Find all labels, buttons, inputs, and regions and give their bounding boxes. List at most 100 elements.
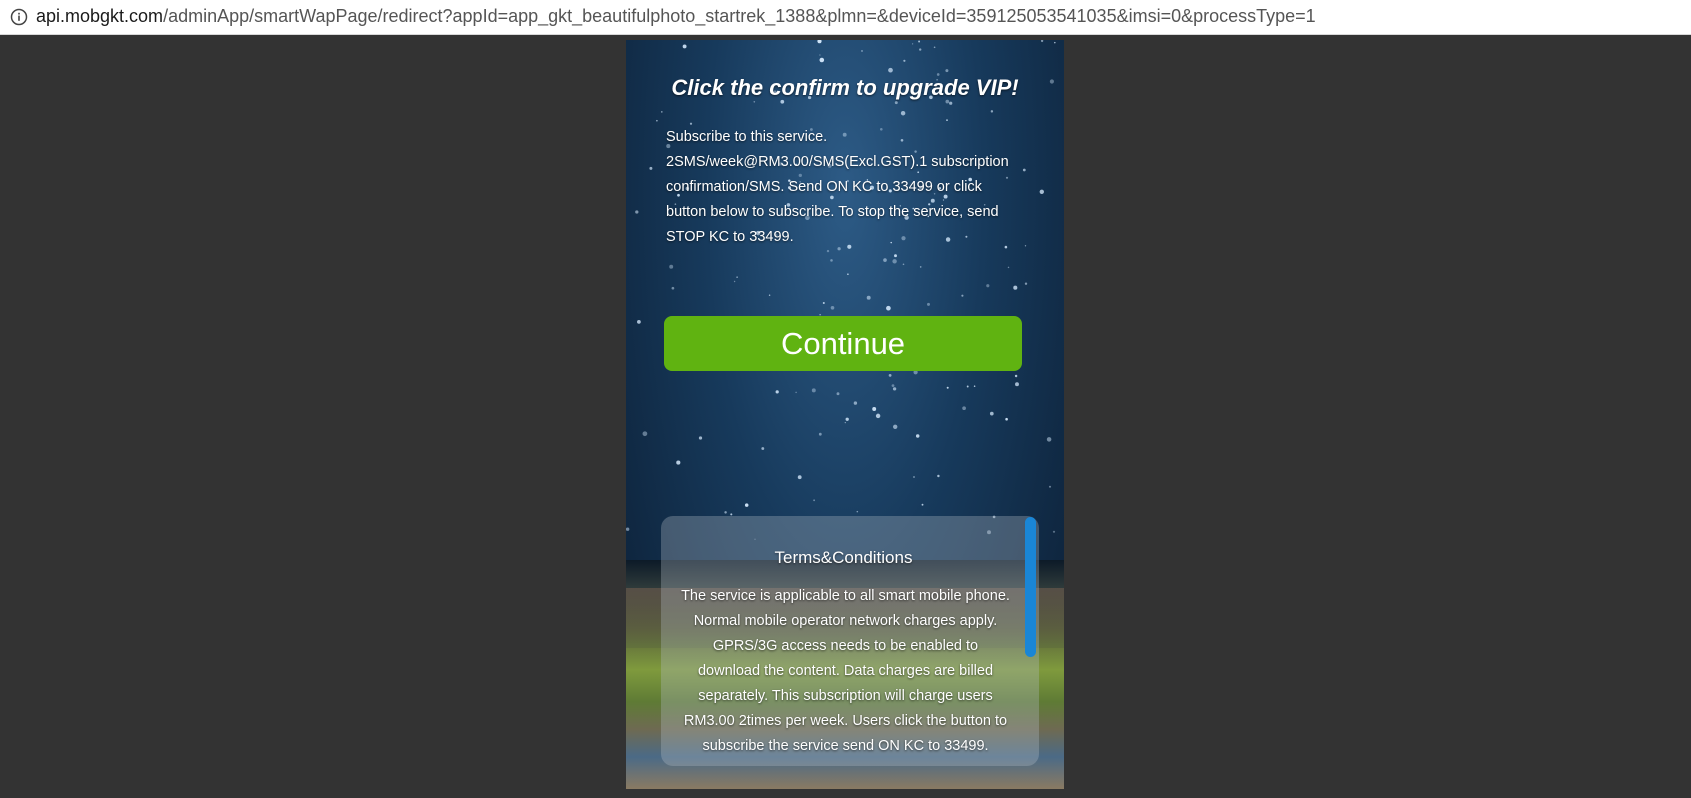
description-line: Subscribe to this service.	[666, 129, 828, 145]
star-dot	[753, 100, 756, 103]
star-dot	[1054, 41, 1056, 44]
star-dot	[986, 284, 990, 288]
star-dot	[813, 499, 815, 502]
star-dot	[861, 50, 863, 52]
terms-line: RM3.00 2times per week. Users click the …	[683, 713, 1008, 729]
star-dot	[919, 266, 922, 268]
star-dot	[866, 295, 871, 300]
star-dot	[822, 301, 825, 305]
url-host: api.mobgkt.com	[36, 6, 164, 26]
star-dot	[888, 67, 893, 73]
starfield-background	[626, 40, 1056, 540]
star-dot	[660, 111, 663, 113]
star-dot	[900, 110, 906, 116]
star-dot	[918, 40, 921, 43]
star-dot	[949, 101, 953, 105]
star-dot	[626, 527, 630, 531]
star-dot	[966, 385, 969, 388]
continue-button[interactable]: Continue	[664, 316, 1022, 371]
star-dot	[1052, 530, 1056, 533]
star-dot	[927, 302, 930, 306]
star-dot	[915, 434, 920, 438]
star-dot	[990, 110, 994, 113]
star-dot	[635, 210, 639, 214]
star-dot	[817, 40, 822, 44]
service-description: Subscribe to this service. 2SMS/week@RM3…	[666, 125, 1026, 250]
star-dot	[1007, 266, 1010, 269]
star-dot	[961, 294, 964, 297]
address-bar[interactable]: api.mobgkt.com/adminApp/smartWapPage/red…	[0, 0, 1691, 35]
star-dot	[768, 294, 771, 296]
star-dot	[819, 57, 825, 63]
star-dot	[736, 276, 738, 278]
description-line: button below to subscribe. To stop the s…	[666, 204, 999, 220]
star-dot	[669, 264, 674, 269]
star-dot	[946, 386, 949, 389]
star-dot	[945, 69, 949, 73]
terms-line: Normal mobile operator network charges a…	[693, 613, 998, 629]
star-dot	[1015, 382, 1019, 387]
star-dot	[775, 390, 779, 394]
star-dot	[826, 249, 830, 253]
star-dot	[682, 44, 687, 49]
star-dot	[902, 263, 905, 266]
star-dot	[886, 305, 891, 311]
info-icon[interactable]	[10, 8, 28, 26]
star-dot	[830, 259, 833, 262]
star-dot	[811, 388, 816, 393]
star-dot	[1040, 40, 1044, 43]
star-dot	[724, 511, 727, 514]
description-line: 2SMS/week@RM3.00/SMS(Excl.GST).1 subscri…	[666, 154, 1009, 170]
star-dot	[919, 48, 922, 51]
star-dot	[913, 476, 915, 478]
star-dot	[844, 421, 846, 424]
star-dot	[830, 305, 835, 310]
star-dot	[1039, 189, 1044, 194]
star-dot	[637, 320, 641, 324]
star-dot	[1014, 374, 1018, 378]
star-dot	[1013, 285, 1018, 290]
star-dot	[962, 406, 966, 411]
terms-body: The service is applicable to all smart m…	[673, 584, 1018, 759]
star-dot	[933, 46, 936, 49]
star-dot	[911, 43, 914, 45]
star-dot	[883, 258, 887, 262]
star-dot	[847, 273, 849, 276]
star-dot	[795, 391, 797, 394]
star-dot	[818, 432, 822, 436]
terms-line: The service is applicable to all smart m…	[681, 588, 1010, 604]
star-dot	[921, 503, 924, 506]
star-dot	[1046, 437, 1052, 442]
url-text[interactable]: api.mobgkt.com/adminApp/smartWapPage/red…	[36, 0, 1316, 34]
star-dot	[989, 411, 994, 416]
star-dot	[698, 436, 703, 440]
star-dot	[1024, 282, 1028, 285]
terms-scrollbar[interactable]	[1025, 517, 1036, 657]
description-line: confirmation/SMS. Send ON KC to 33499 or…	[666, 179, 982, 195]
star-dot	[946, 119, 948, 121]
star-dot	[892, 259, 897, 264]
star-dot	[1005, 417, 1008, 421]
star-dot	[894, 101, 898, 105]
page-headline: Click the confirm to upgrade VIP!	[671, 75, 1019, 100]
terms-line: separately. This subscription will charg…	[698, 688, 993, 704]
star-dot	[903, 59, 906, 62]
star-dot	[888, 373, 892, 377]
star-dot	[937, 474, 940, 478]
star-dot	[891, 384, 895, 387]
star-dot	[676, 460, 681, 465]
terms-panel[interactable]: Terms&Conditions The service is applicab…	[661, 516, 1039, 766]
star-dot	[671, 286, 675, 290]
star-dot	[836, 392, 840, 396]
page-viewport: Click the confirm to upgrade VIP! Subscr…	[626, 40, 1064, 789]
star-dot	[856, 510, 859, 513]
terms-line: subscribe the service send ON KC to 3349…	[702, 738, 989, 754]
star-dot	[875, 413, 881, 419]
star-dot	[761, 447, 765, 450]
star-dot	[744, 503, 749, 507]
star-dot	[1048, 485, 1052, 488]
star-dot	[649, 166, 653, 170]
star-dot	[733, 280, 736, 283]
star-dot	[656, 119, 658, 122]
terms-line: GPRS/3G access needs to be enabled to	[712, 638, 979, 654]
